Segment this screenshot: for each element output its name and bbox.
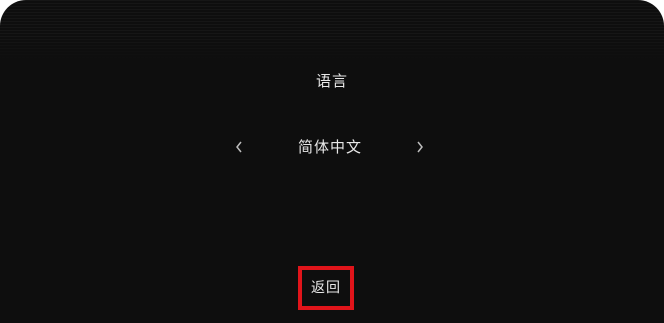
- back-button[interactable]: 返回: [298, 266, 354, 310]
- chevron-right-icon[interactable]: [410, 136, 430, 158]
- settings-title: 语言: [315, 72, 348, 90]
- game-screen: 语言 简体中文 返回: [0, 0, 664, 323]
- language-value: 简体中文: [297, 138, 362, 156]
- language-selector: 简体中文: [0, 136, 664, 160]
- scanline-overlay: [0, 0, 664, 60]
- chevron-left-icon[interactable]: [229, 136, 249, 158]
